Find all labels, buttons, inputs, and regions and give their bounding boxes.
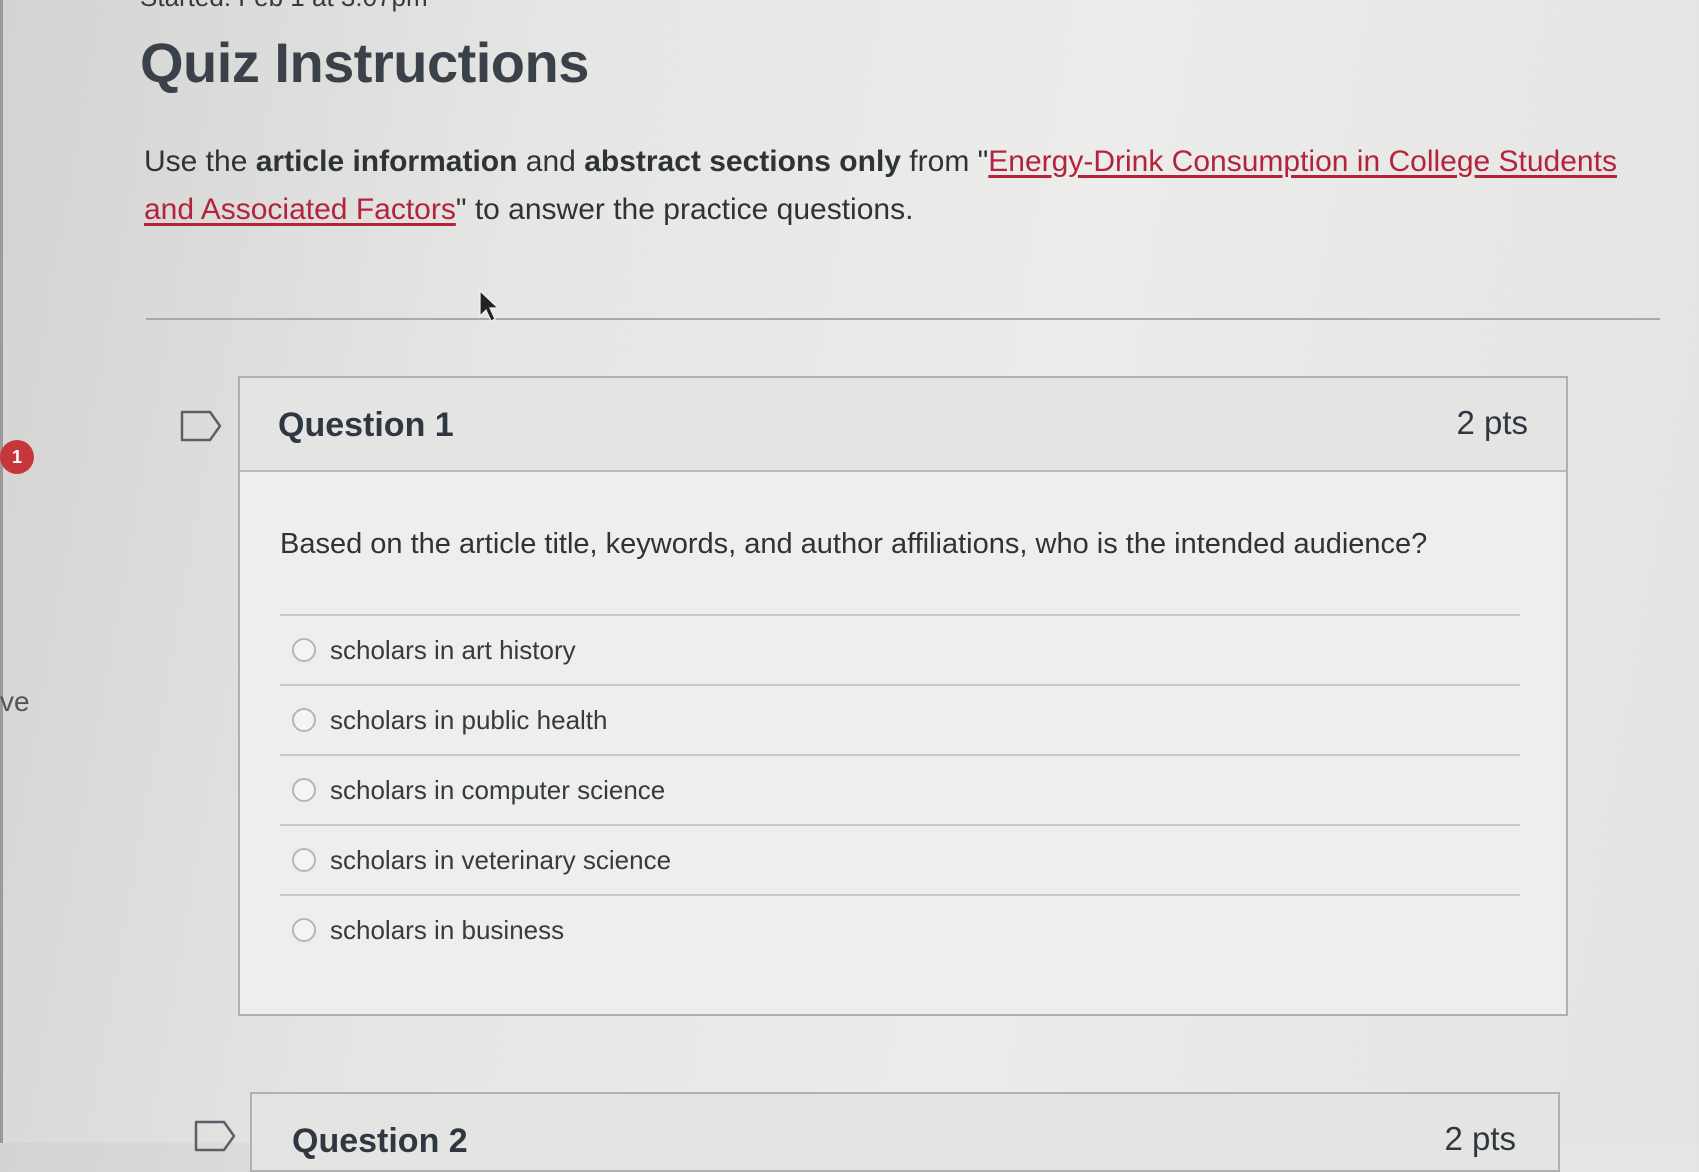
flag-question-icon[interactable]	[180, 410, 222, 442]
instructions-bold-abstract: abstract sections only	[584, 145, 901, 178]
answer-label: scholars in public health	[330, 704, 608, 735]
instructions-suffix: " to answer the practice questions.	[455, 193, 914, 226]
question-points: 2 pts	[1444, 1120, 1516, 1157]
answer-label: scholars in computer science	[330, 774, 666, 805]
radio-button[interactable]	[292, 708, 316, 732]
mouse-cursor-icon	[479, 290, 500, 322]
page-title: Quiz Instructions	[140, 31, 589, 94]
radio-button[interactable]	[292, 848, 316, 872]
radio-button[interactable]	[292, 778, 316, 802]
section-divider	[146, 318, 1660, 320]
radio-button[interactable]	[292, 918, 316, 942]
unread-badge[interactable]: 1	[0, 440, 34, 474]
answer-label: scholars in art history	[330, 634, 576, 665]
radio-button[interactable]	[292, 638, 316, 662]
sidebar-text-fragment: ve	[0, 686, 30, 717]
question-card: Question 1 2 pts Based on the article ti…	[238, 376, 1568, 1016]
answer-option[interactable]: scholars in public health	[280, 684, 1520, 754]
question-title: Question 2	[292, 1122, 468, 1160]
answer-option[interactable]: scholars in art history	[280, 614, 1520, 684]
instructions-from: from "	[900, 145, 989, 178]
quiz-instructions: Use the article information and abstract…	[144, 138, 1664, 234]
instructions-bold-article-info: article information	[255, 145, 518, 178]
question-text: Based on the article title, keywords, an…	[280, 528, 1428, 560]
question-card-2: Question 2 2 pts	[250, 1092, 1560, 1172]
instructions-prefix: Use the	[144, 145, 256, 178]
question-header: Question 1 2 pts	[240, 378, 1566, 472]
question-points: 2 pts	[1456, 404, 1528, 441]
answer-label: scholars in veterinary science	[330, 844, 672, 875]
answer-option[interactable]: scholars in business	[280, 894, 1520, 964]
flag-question-icon[interactable]	[194, 1120, 236, 1152]
answer-label: scholars in business	[330, 914, 565, 945]
answer-option[interactable]: scholars in veterinary science	[280, 824, 1520, 894]
answer-option[interactable]: scholars in computer science	[280, 754, 1520, 824]
answer-list: scholars in art history scholars in publ…	[280, 614, 1520, 964]
quiz-started-timestamp: Started: Feb 1 at 3:07pm	[140, 0, 428, 13]
question-title: Question 1	[278, 406, 454, 444]
window-left-edge	[0, 0, 3, 1143]
instructions-and: and	[517, 145, 585, 178]
